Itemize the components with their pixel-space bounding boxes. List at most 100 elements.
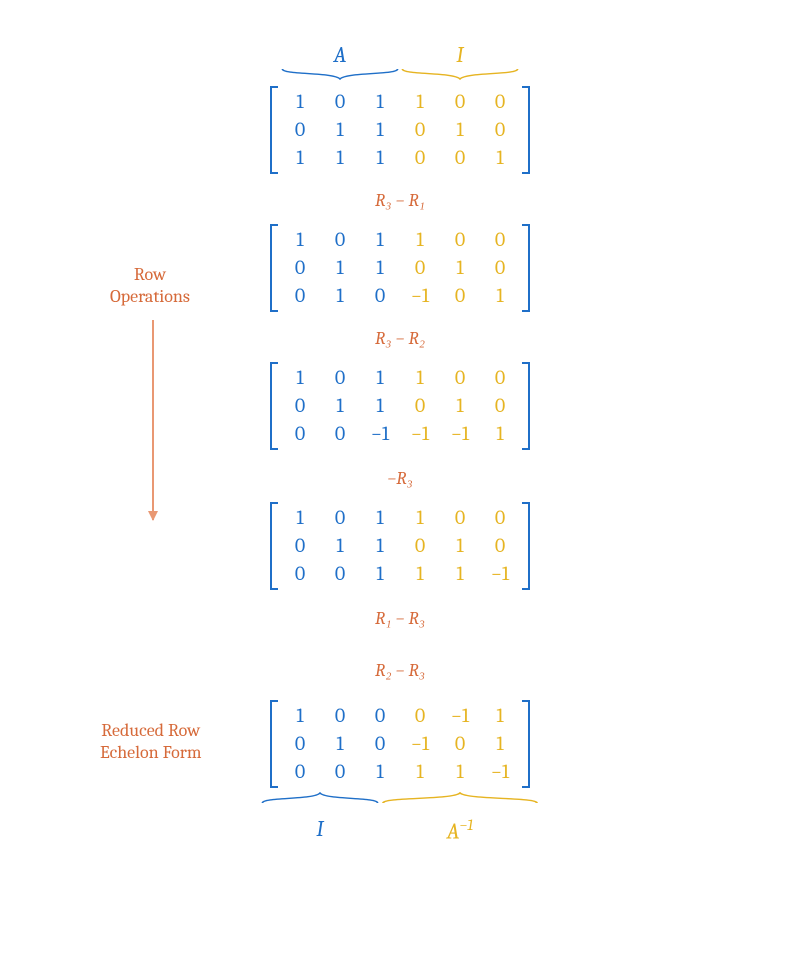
m4-r21: 1 xyxy=(440,560,480,588)
m5-l12: 0 xyxy=(360,730,400,758)
m4-r10: 0 xyxy=(400,532,440,560)
m1-l00: 1 xyxy=(280,88,320,116)
row-op-1: R₃ − R₁ xyxy=(375,190,425,211)
label-I: I xyxy=(400,42,520,68)
m4-l02: 1 xyxy=(360,504,400,532)
brace-Ainv-bottom-icon xyxy=(380,792,540,804)
label-rref-l1: Reduced Row xyxy=(101,720,200,741)
m4-l11: 1 xyxy=(320,532,360,560)
m1-l10: 0 xyxy=(280,116,320,144)
m2-l00: 1 xyxy=(280,226,320,254)
row-op-3: −R₃ xyxy=(387,468,413,489)
m5-r21: 1 xyxy=(440,758,480,786)
m4-r00: 1 xyxy=(400,504,440,532)
m1-l20: 1 xyxy=(280,144,320,172)
m3-r02: 0 xyxy=(480,364,520,392)
matrix-step-5: 1000−11 010−101 00111−1 xyxy=(270,700,530,788)
m3-r01: 0 xyxy=(440,364,480,392)
m1-r01: 0 xyxy=(440,88,480,116)
m1-r22: 1 xyxy=(480,144,520,172)
m5-r11: 0 xyxy=(440,730,480,758)
m4-r12: 0 xyxy=(480,532,520,560)
brace-A-icon xyxy=(280,68,400,80)
label-A-inverse-exp: −1 xyxy=(459,816,473,834)
m1-r10: 0 xyxy=(400,116,440,144)
label-row-operations-l2: Operations xyxy=(110,286,190,307)
m3-l01: 0 xyxy=(320,364,360,392)
m5-l00: 1 xyxy=(280,702,320,730)
m3-l12: 1 xyxy=(360,392,400,420)
brace-I-icon xyxy=(400,68,520,80)
m3-r11: 1 xyxy=(440,392,480,420)
m1-r21: 0 xyxy=(440,144,480,172)
m1-r12: 0 xyxy=(480,116,520,144)
m3-l02: 1 xyxy=(360,364,400,392)
matrix-step-2: 101100 011010 010−101 xyxy=(270,224,530,312)
m2-r21: 0 xyxy=(440,282,480,310)
m5-r10: −1 xyxy=(400,730,440,758)
m1-l21: 1 xyxy=(320,144,360,172)
m2-r22: 1 xyxy=(480,282,520,310)
m4-l12: 1 xyxy=(360,532,400,560)
m5-r00: 0 xyxy=(400,702,440,730)
m4-r02: 0 xyxy=(480,504,520,532)
m2-l01: 0 xyxy=(320,226,360,254)
m4-l01: 0 xyxy=(320,504,360,532)
m3-l21: 0 xyxy=(320,420,360,448)
m3-l10: 0 xyxy=(280,392,320,420)
arrow-down-icon xyxy=(152,320,154,520)
m5-r02: 1 xyxy=(480,702,520,730)
m4-l22: 1 xyxy=(360,560,400,588)
m2-r00: 1 xyxy=(400,226,440,254)
label-row-operations: Row Operations xyxy=(110,264,190,307)
label-rref-l2: Echelon Form xyxy=(100,742,202,763)
m2-l10: 0 xyxy=(280,254,320,282)
m5-l02: 0 xyxy=(360,702,400,730)
bottom-matrix-labels: I A−1 xyxy=(260,816,540,844)
row-op-5: R₂ − R₃ xyxy=(375,660,425,681)
matrix-step-3: 101100 011010 00−1−1−11 xyxy=(270,362,530,450)
m1-r20: 0 xyxy=(400,144,440,172)
m1-r11: 1 xyxy=(440,116,480,144)
m3-r22: 1 xyxy=(480,420,520,448)
m2-l02: 1 xyxy=(360,226,400,254)
m5-l22: 1 xyxy=(360,758,400,786)
label-A: A xyxy=(280,42,400,68)
m4-l21: 0 xyxy=(320,560,360,588)
m4-r20: 1 xyxy=(400,560,440,588)
m2-r20: −1 xyxy=(400,282,440,310)
m5-l20: 0 xyxy=(280,758,320,786)
brace-I-bottom-icon xyxy=(260,792,380,804)
m4-l10: 0 xyxy=(280,532,320,560)
m5-r20: 1 xyxy=(400,758,440,786)
m5-r01: −1 xyxy=(440,702,480,730)
bottom-braces xyxy=(260,792,540,804)
m1-l11: 1 xyxy=(320,116,360,144)
m2-l11: 1 xyxy=(320,254,360,282)
m3-l11: 1 xyxy=(320,392,360,420)
row-op-4: R₁ − R₃ xyxy=(375,608,425,629)
m3-l00: 1 xyxy=(280,364,320,392)
m1-r02: 0 xyxy=(480,88,520,116)
m4-r22: −1 xyxy=(480,560,520,588)
m2-l20: 0 xyxy=(280,282,320,310)
top-braces xyxy=(280,68,520,80)
m4-r11: 1 xyxy=(440,532,480,560)
m2-r10: 0 xyxy=(400,254,440,282)
m2-r11: 1 xyxy=(440,254,480,282)
label-A-inverse: A−1 xyxy=(380,816,540,844)
m5-r12: 1 xyxy=(480,730,520,758)
label-rref: Reduced Row Echelon Form xyxy=(100,720,202,763)
m1-l01: 0 xyxy=(320,88,360,116)
matrix-step-4: 101100 011010 00111−1 xyxy=(270,502,530,590)
m5-l11: 1 xyxy=(320,730,360,758)
m3-r12: 0 xyxy=(480,392,520,420)
m2-r01: 0 xyxy=(440,226,480,254)
m2-l12: 1 xyxy=(360,254,400,282)
m3-l22: −1 xyxy=(360,420,400,448)
row-op-2: R₃ − R₂ xyxy=(375,328,425,349)
m4-l00: 1 xyxy=(280,504,320,532)
m5-l01: 0 xyxy=(320,702,360,730)
m3-l20: 0 xyxy=(280,420,320,448)
m5-l10: 0 xyxy=(280,730,320,758)
